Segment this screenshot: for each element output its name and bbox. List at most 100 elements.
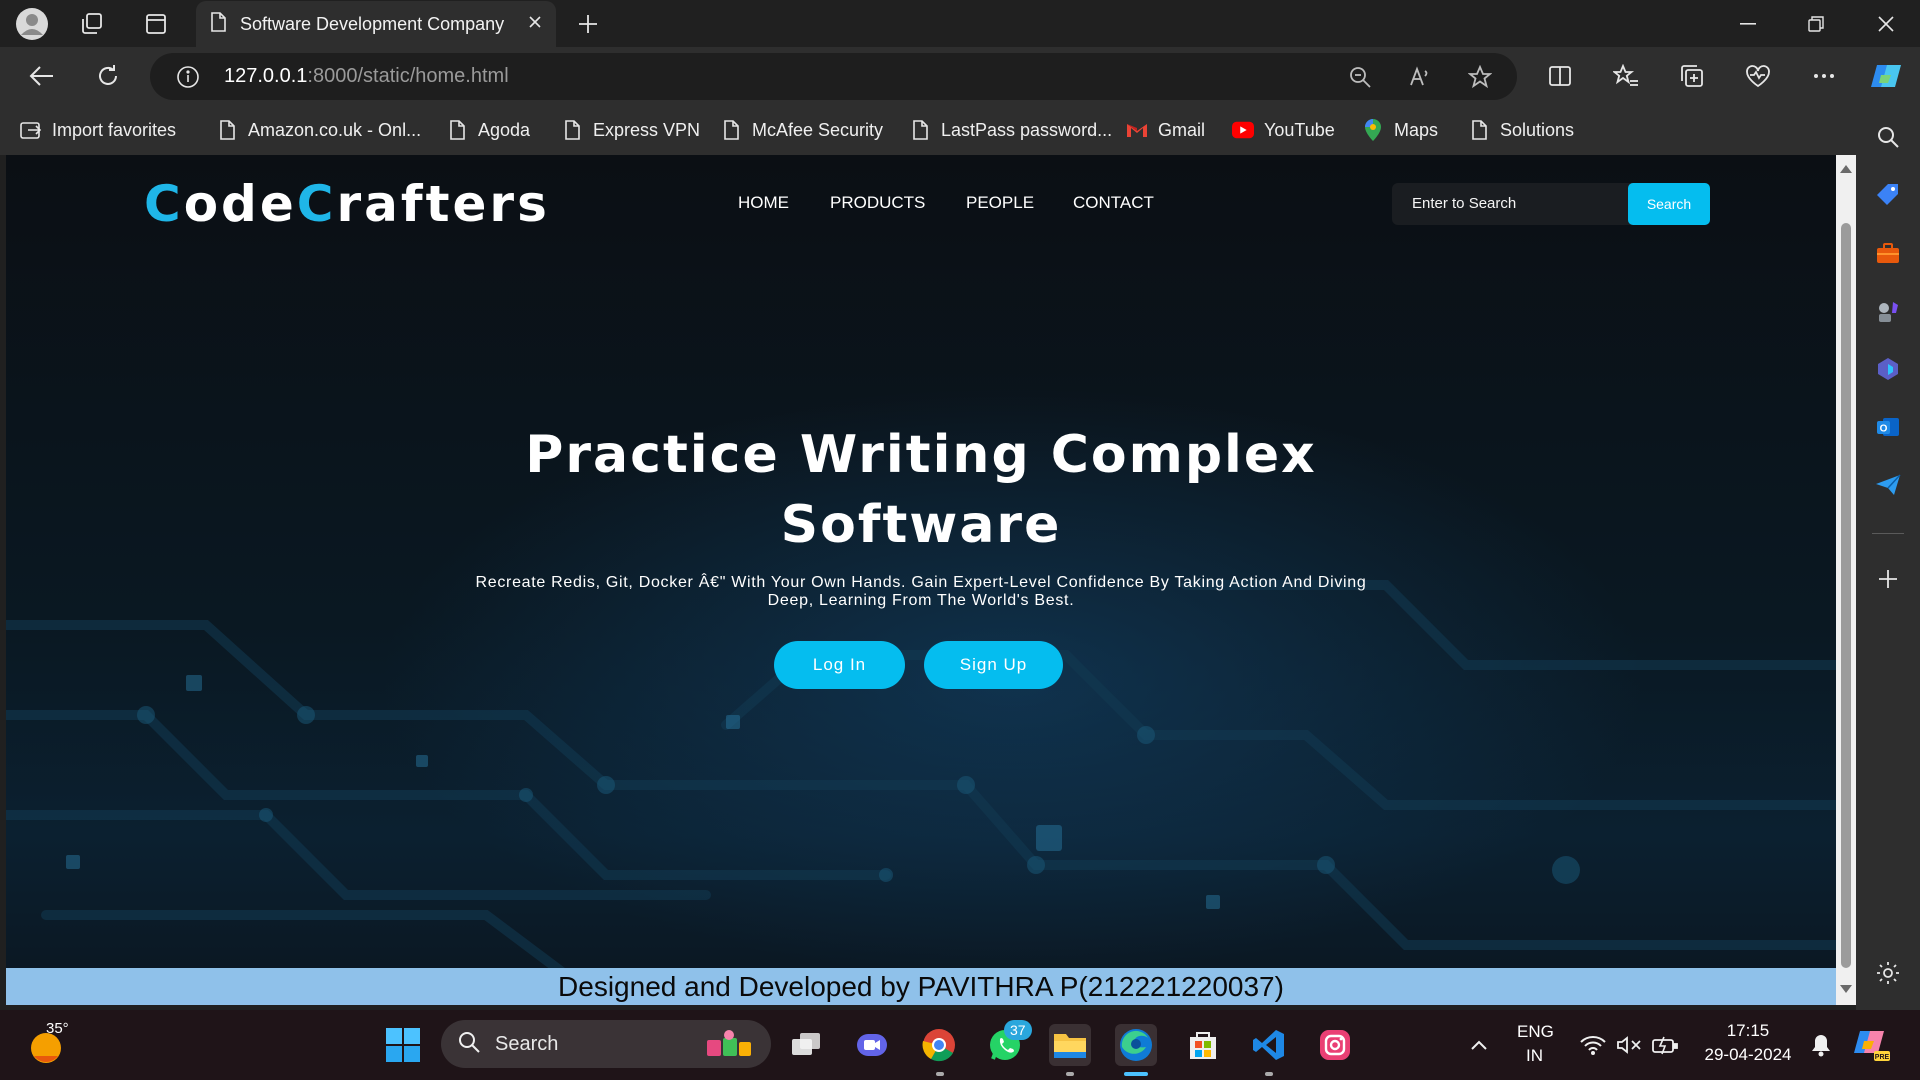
vscode-icon[interactable]	[1248, 1024, 1290, 1066]
tools-icon[interactable]	[1872, 237, 1904, 269]
close-tab-icon[interactable]	[528, 15, 542, 34]
task-view-icon[interactable]	[785, 1024, 827, 1066]
page-icon	[210, 11, 226, 37]
fav-express-vpn[interactable]: Express VPN	[561, 115, 700, 145]
search-highlight-icon	[703, 1028, 755, 1065]
page-icon	[561, 118, 583, 142]
outlook-icon[interactable]: O	[1872, 411, 1904, 443]
site-info-icon[interactable]	[176, 65, 200, 94]
import-icon	[20, 118, 42, 142]
zoom-icon[interactable]	[1348, 65, 1372, 94]
address-bar[interactable]: 127.0.0.1:8000/static/home.html	[150, 53, 1517, 100]
send-icon[interactable]	[1872, 469, 1904, 501]
fav-maps[interactable]: Maps	[1362, 115, 1438, 145]
clock-date[interactable]: 29-04-2024	[1700, 1045, 1796, 1065]
back-arrow-icon[interactable]	[22, 56, 62, 96]
maps-pin-icon	[1362, 118, 1384, 142]
gmail-icon	[1126, 118, 1148, 142]
page-icon	[216, 118, 238, 142]
page-scrollbar[interactable]	[1836, 155, 1856, 1005]
fav-lastpass[interactable]: LastPass password...	[909, 115, 1112, 145]
browser-toolbar: 127.0.0.1:8000/static/home.html	[0, 47, 1920, 105]
hero-subtitle: Recreate Redis, Git, Docker Â€" With You…	[475, 574, 1367, 609]
search-icon[interactable]	[1872, 121, 1904, 153]
sidebar-divider	[1872, 533, 1904, 534]
add-icon[interactable]	[1872, 563, 1904, 595]
browser-title-bar: Software Development Company	[0, 0, 1920, 47]
tab-active[interactable]: Software Development Company	[196, 1, 556, 47]
microsoft-365-icon[interactable]	[1872, 353, 1904, 385]
nav-people-link[interactable]: PEOPLE	[966, 193, 1034, 213]
more-menu-icon[interactable]	[1804, 56, 1844, 96]
active-indicator	[1124, 1072, 1148, 1076]
collections-icon[interactable]	[1672, 56, 1712, 96]
running-indicator	[1265, 1072, 1273, 1076]
page-icon	[909, 118, 931, 142]
signup-button[interactable]: Sign Up	[924, 641, 1063, 689]
favorites-icon[interactable]	[1606, 56, 1646, 96]
search-button[interactable]: Search	[1628, 183, 1710, 225]
restore-icon[interactable]	[1782, 0, 1850, 47]
scroll-up-arrow-icon[interactable]	[1840, 165, 1852, 173]
page-icon	[1468, 118, 1490, 142]
tab-title: Software Development Company	[240, 13, 505, 34]
minimize-icon[interactable]	[1714, 0, 1782, 47]
games-icon[interactable]	[1872, 295, 1904, 327]
language-indicator[interactable]: ENG	[1517, 1022, 1554, 1042]
favorites-bar: Import favorites Amazon.co.uk - Onl... A…	[0, 105, 1920, 155]
site-logo[interactable]: CodeCrafters	[144, 175, 550, 233]
page-footer: Designed and Developed by PAVITHRA P(212…	[6, 968, 1836, 1005]
edge-sidebar: O	[1856, 105, 1920, 1010]
refresh-icon[interactable]	[88, 56, 128, 96]
clock-time[interactable]: 17:15	[1700, 1021, 1796, 1041]
fav-mcafee[interactable]: McAfee Security	[720, 115, 883, 145]
nav-contact-link[interactable]: CONTACT	[1073, 193, 1154, 213]
instagram-icon[interactable]	[1314, 1024, 1356, 1066]
show-hidden-icons-chevron-icon[interactable]	[1458, 1024, 1500, 1066]
copilot-preview-icon[interactable]: PRE	[1850, 1024, 1892, 1066]
chrome-icon[interactable]	[918, 1024, 960, 1066]
fav-gmail[interactable]: Gmail	[1126, 115, 1205, 145]
copilot-icon[interactable]	[1866, 56, 1906, 96]
notification-bell-icon[interactable]	[1800, 1024, 1842, 1066]
settings-gear-icon[interactable]	[1872, 957, 1904, 989]
fav-youtube[interactable]: YouTube	[1232, 115, 1335, 145]
search-icon	[457, 1030, 481, 1059]
fav-agoda[interactable]: Agoda	[446, 115, 530, 145]
profile-icon[interactable]	[12, 4, 52, 44]
close-window-icon[interactable]	[1852, 0, 1920, 47]
scroll-down-arrow-icon[interactable]	[1840, 985, 1852, 993]
workspaces-icon[interactable]	[72, 4, 112, 44]
scrollbar-thumb[interactable]	[1841, 223, 1851, 968]
login-button[interactable]: Log In	[774, 641, 905, 689]
new-tab-icon[interactable]	[568, 4, 608, 44]
file-explorer-icon[interactable]	[1049, 1024, 1091, 1066]
page-icon	[446, 118, 468, 142]
browser-essentials-icon[interactable]	[1738, 56, 1778, 96]
microsoft-store-icon[interactable]	[1182, 1024, 1224, 1066]
edge-icon[interactable]	[1115, 1024, 1157, 1066]
url-text[interactable]: 127.0.0.1:8000/static/home.html	[224, 65, 509, 88]
favorite-star-icon[interactable]	[1467, 64, 1493, 94]
page-viewport: CodeCrafters HOME PRODUCTS PEOPLE CONTAC…	[6, 155, 1836, 1005]
battery-charging-icon[interactable]	[1644, 1024, 1686, 1066]
windows-start-icon[interactable]	[382, 1024, 424, 1066]
svg-text:O: O	[1880, 424, 1888, 435]
nav-home-link[interactable]: HOME	[738, 193, 789, 213]
fav-amazon[interactable]: Amazon.co.uk - Onl...	[216, 115, 421, 145]
split-screen-icon[interactable]	[1540, 56, 1580, 96]
fav-import-favorites[interactable]: Import favorites	[20, 115, 176, 145]
fav-solutions[interactable]: Solutions	[1468, 115, 1574, 145]
windows-taskbar: 35° Search 37 ENG IN 17:15 29-04-2024 PR…	[0, 1010, 1920, 1080]
taskbar-search[interactable]: Search	[441, 1020, 771, 1068]
shopping-tag-icon[interactable]	[1872, 179, 1904, 211]
running-indicator	[936, 1072, 944, 1076]
svg-text:PRE: PRE	[1875, 1054, 1890, 1061]
page-icon	[720, 118, 742, 142]
tab-actions-icon[interactable]	[136, 4, 176, 44]
notification-badge: 37	[1004, 1020, 1032, 1040]
read-aloud-icon[interactable]	[1408, 65, 1432, 94]
nav-products-link[interactable]: PRODUCTS	[830, 193, 925, 213]
search-input[interactable]: Enter to Search	[1412, 195, 1516, 212]
teams-meet-icon[interactable]	[851, 1024, 893, 1066]
